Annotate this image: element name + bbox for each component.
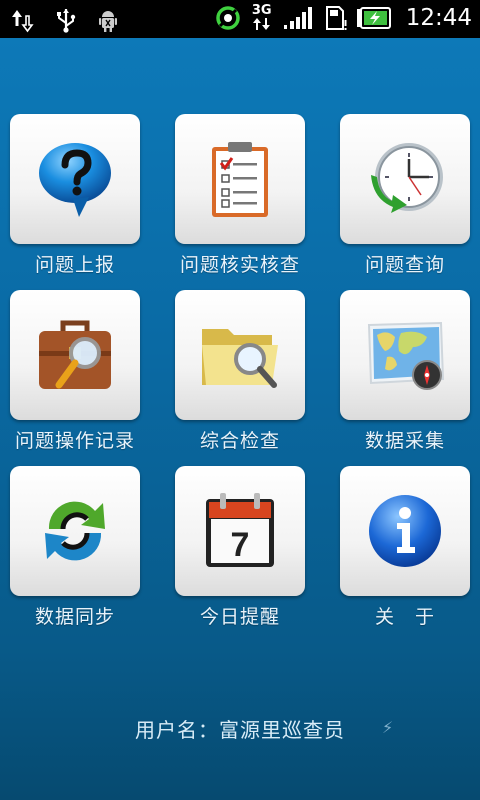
checklist-clipboard-icon [212, 142, 268, 217]
folder-search-icon [202, 329, 278, 388]
sync-icon [215, 6, 240, 30]
label-data-collection[interactable]: 数据采集 [325, 426, 480, 453]
sync-arrows-icon [45, 501, 105, 561]
label-operation-log[interactable]: 问题操作记录 [0, 426, 155, 453]
info-icon [369, 495, 441, 567]
status-mark-icon: ⚡ [382, 718, 394, 737]
android-debug-icon [99, 11, 117, 32]
tile-problem-query[interactable] [340, 114, 470, 244]
tile-data-collection[interactable] [340, 290, 470, 420]
usb-icon [57, 9, 76, 33]
tile-problem-verify[interactable] [175, 114, 305, 244]
tile-operation-log[interactable] [10, 290, 140, 420]
battery-charging-icon [356, 7, 391, 29]
clock-history-icon [371, 143, 443, 213]
status-bar: 3G 12:44 [0, 0, 480, 38]
tile-comprehensive-check[interactable] [175, 290, 305, 420]
clock: 12:44 [405, 5, 472, 31]
tile-about[interactable] [340, 466, 470, 596]
calendar-day-number: 7 [231, 526, 250, 564]
label-problem-report[interactable]: 问题上报 [0, 250, 155, 277]
sdcard-icon [325, 6, 347, 30]
network-3g-icon: 3G [250, 3, 274, 31]
calendar-icon: 7 [206, 493, 274, 567]
label-problem-verify[interactable]: 问题核实核查 [160, 250, 320, 277]
tile-today-reminder[interactable]: 7 [175, 466, 305, 596]
label-about[interactable]: 关 于 [325, 602, 480, 629]
label-problem-query[interactable]: 问题查询 [325, 250, 480, 277]
tile-data-sync[interactable] [10, 466, 140, 596]
label-today-reminder[interactable]: 今日提醒 [160, 602, 320, 629]
question-bubble-icon [39, 143, 111, 217]
label-comprehensive-check[interactable]: 综合检查 [160, 426, 320, 453]
signal-icon [283, 7, 312, 29]
main-screen: 问题上报 问题核实核查 问题查询 问题操作记录 综合检查 数据采集 数据同步 7… [0, 38, 480, 800]
map-compass-icon [367, 321, 445, 390]
briefcase-search-icon [39, 320, 111, 389]
network-type-label: 3G [251, 3, 272, 18]
label-data-sync[interactable]: 数据同步 [0, 602, 155, 629]
tile-problem-report[interactable] [10, 114, 140, 244]
data-transfer-icon [12, 10, 34, 33]
username-label: 用户名：富源里巡查员 [135, 718, 345, 742]
